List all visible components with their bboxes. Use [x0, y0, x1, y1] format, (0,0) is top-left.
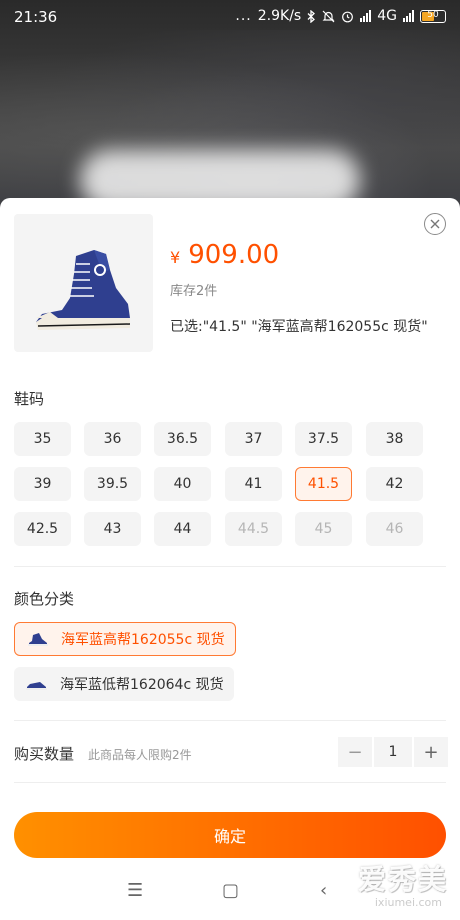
back-icon[interactable]: ‹	[320, 880, 327, 901]
size-option[interactable]: 41	[225, 467, 282, 501]
size-option[interactable]: 35	[14, 422, 71, 456]
mute-icon	[322, 10, 335, 22]
status-icons: ... 2.9K/s 4G 50	[235, 8, 446, 24]
decrease-button[interactable]: −	[338, 737, 372, 767]
home-icon[interactable]: ▢	[222, 880, 239, 901]
color-option[interactable]: 海军蓝低帮162064c 现货	[14, 667, 234, 701]
status-time: 21:36	[14, 8, 58, 26]
divider	[14, 566, 446, 567]
stock-count: 库存2件	[170, 284, 218, 299]
product-image	[14, 214, 153, 352]
selected-summary: 已选:"41.5" "海军蓝高帮162055c 现货"	[170, 319, 428, 335]
increase-button[interactable]: +	[414, 737, 448, 767]
size-option[interactable]: 39	[14, 467, 71, 501]
watermark-logo: 爱秀美	[357, 863, 448, 896]
size-option-disabled: 44.5	[225, 512, 282, 546]
high-top-thumbnail	[28, 633, 48, 646]
close-icon	[430, 219, 440, 229]
color-option-label: 海军蓝低帮162064c 现货	[60, 677, 224, 693]
close-button[interactable]	[424, 213, 446, 235]
size-option[interactable]: 37	[225, 422, 282, 456]
sku-selector-sheet: ¥909.00 库存2件 已选:"41.5" "海军蓝高帮162055c 现货"…	[0, 198, 460, 920]
price-value: 909.00	[188, 240, 280, 270]
battery-icon: 50	[420, 9, 446, 23]
watermark-url: ixiumei.com	[374, 896, 442, 909]
alarm-icon	[342, 11, 354, 22]
sneaker-image	[36, 250, 131, 330]
network-speed: 2.9K/s	[257, 8, 302, 24]
size-option[interactable]: 37.5	[295, 422, 352, 456]
quantity-value[interactable]: 1	[374, 737, 412, 767]
size-option[interactable]: 36	[84, 422, 141, 456]
divider	[14, 720, 446, 721]
size-option[interactable]: 42	[366, 467, 423, 501]
status-bar: 21:36 ... 2.9K/s 4G 50	[0, 0, 460, 34]
size-option-disabled: 46	[366, 512, 423, 546]
size-option-selected[interactable]: 41.5	[295, 467, 352, 501]
purchase-limit-note: 此商品每人限购2件	[88, 748, 192, 762]
quantity-stepper: − 1 +	[338, 737, 448, 767]
network-type: 4G	[377, 8, 397, 24]
size-option[interactable]: 40	[154, 467, 211, 501]
size-section-title: 鞋码	[14, 390, 45, 408]
size-option[interactable]: 36.5	[154, 422, 211, 456]
low-top-thumbnail	[26, 682, 47, 690]
color-option-label: 海军蓝高帮162055c 现货	[61, 632, 225, 648]
color-section-title: 颜色分类	[14, 590, 75, 608]
size-option[interactable]: 43	[84, 512, 141, 546]
size-option[interactable]: 42.5	[14, 512, 71, 546]
signal-icon	[403, 10, 414, 22]
size-option[interactable]: 44	[154, 512, 211, 546]
confirm-button[interactable]: 确定	[14, 812, 446, 858]
price: ¥909.00	[170, 240, 279, 270]
divider	[14, 782, 446, 783]
battery-level: 50	[427, 9, 439, 20]
screen: 21:36 ... 2.9K/s 4G 50 ¥ 909.00 库存2件 已选:…	[0, 0, 460, 920]
menu-icon[interactable]: ☰	[127, 880, 143, 901]
currency-symbol: ¥	[170, 248, 181, 267]
color-option-selected[interactable]: 海军蓝高帮162055c 现货	[14, 622, 236, 656]
notification-dots: ...	[235, 8, 252, 24]
size-option-disabled: 45	[295, 512, 352, 546]
size-option[interactable]: 38	[366, 422, 423, 456]
signal-hd-icon	[360, 10, 372, 22]
quantity-label: 购买数量	[14, 745, 75, 763]
size-option[interactable]: 39.5	[84, 467, 141, 501]
bluetooth-icon	[307, 9, 316, 23]
